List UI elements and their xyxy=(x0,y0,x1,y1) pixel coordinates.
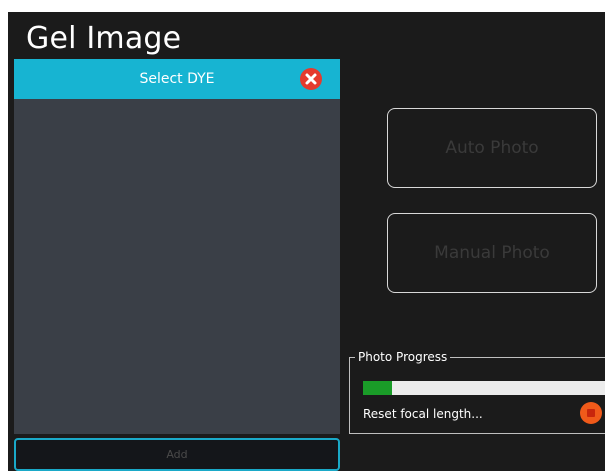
manual-photo-button[interactable]: Manual Photo xyxy=(387,213,597,293)
dye-header-label: Select DYE xyxy=(139,71,215,87)
add-button[interactable]: Add xyxy=(14,438,340,471)
auto-photo-button[interactable]: Auto Photo xyxy=(387,108,597,188)
close-icon[interactable] xyxy=(300,68,322,90)
progress-bar-fill xyxy=(363,381,393,395)
dye-header: Select DYE xyxy=(14,59,340,99)
progress-bar xyxy=(363,381,605,395)
dye-panel: Select DYE xyxy=(14,59,340,434)
progress-status-text: Reset focal length... xyxy=(363,407,483,421)
gel-image-screen: Gel Image Select DYE Add Auto Photo Manu… xyxy=(8,12,605,471)
stop-square xyxy=(587,409,595,417)
dye-list[interactable] xyxy=(14,99,340,434)
stop-icon[interactable] xyxy=(580,402,602,424)
photo-progress-label: Photo Progress xyxy=(355,349,451,365)
page-title: Gel Image xyxy=(26,21,182,56)
photo-progress-group: Photo Progress Reset focal length... xyxy=(349,349,605,434)
